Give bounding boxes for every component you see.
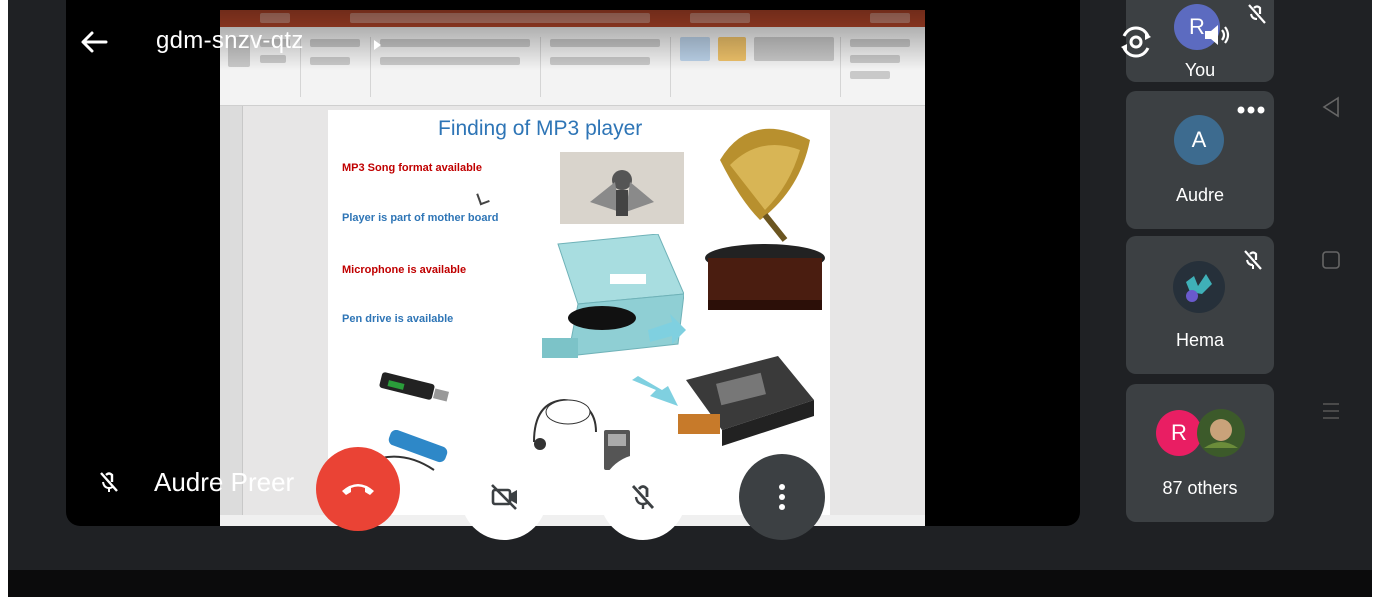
audre-avatar: A xyxy=(1174,115,1224,165)
phone-hangup-icon xyxy=(342,484,374,495)
camera-switch-icon[interactable] xyxy=(1116,22,1156,62)
camera-toggle-button[interactable] xyxy=(461,454,547,540)
slide-bullet-3: Microphone is available xyxy=(342,264,467,276)
hema-mic-off-icon xyxy=(1244,250,1262,270)
end-call-button[interactable] xyxy=(316,447,400,531)
others-count: 87 others xyxy=(1162,478,1238,498)
tile-more-icon[interactable] xyxy=(1236,105,1266,115)
nav-home-icon[interactable] xyxy=(1318,247,1344,273)
nav-recents-icon[interactable] xyxy=(1318,398,1344,424)
video-off-icon xyxy=(491,484,517,510)
presenter-mic-off-icon xyxy=(100,472,118,492)
mouse-cursor xyxy=(476,190,490,206)
more-vertical-icon xyxy=(779,484,785,510)
slide-bullet-4: Pen drive is available xyxy=(342,313,454,325)
cassette-recorder-image xyxy=(678,356,814,446)
slide-canvas: Finding of MP3 player MP3 Song format av… xyxy=(328,110,830,518)
shared-screen: Finding of MP3 player MP3 Song format av… xyxy=(220,10,925,526)
hema-name: Hema xyxy=(1175,330,1224,350)
mic-toggle-button[interactable] xyxy=(600,454,686,540)
meeting-details-caret-icon[interactable] xyxy=(374,40,381,50)
slide-bullet-1: MP3 Song format available xyxy=(342,162,482,174)
participant-tile-audre[interactable]: A Audre xyxy=(1126,91,1274,229)
others-photo-avatar xyxy=(1197,409,1245,457)
arrows-image xyxy=(632,314,686,406)
participant-tile-hema[interactable]: Hema xyxy=(1126,236,1274,374)
presentation-stage[interactable]: Finding of MP3 player MP3 Song format av… xyxy=(66,0,1080,526)
slide-title: Finding of MP3 player xyxy=(438,117,643,140)
self-mic-off-icon xyxy=(1248,4,1266,24)
mic-off-icon xyxy=(631,485,655,509)
meeting-code[interactable]: gdm-snzv-qtz xyxy=(156,27,304,55)
more-options-button[interactable] xyxy=(739,454,825,540)
audre-name: Audre xyxy=(1175,185,1225,205)
nav-back-icon[interactable] xyxy=(1318,94,1344,120)
self-label: You xyxy=(1184,60,1216,80)
presenter-name: Audre Preer xyxy=(154,467,295,497)
earphones-image xyxy=(533,398,597,450)
participant-tile-others[interactable]: R 87 others xyxy=(1126,384,1274,522)
system-bottom-bar xyxy=(8,570,1372,597)
pen-drive-image xyxy=(379,372,450,402)
speaking-volume-icon xyxy=(1205,25,1230,45)
slide-bullet-2: Player is part of mother board xyxy=(342,212,499,224)
gramophone-image xyxy=(705,128,825,310)
microphones-image xyxy=(560,152,684,224)
meet-screen: Finding of MP3 player MP3 Song format av… xyxy=(8,0,1372,597)
arrow-left-icon[interactable] xyxy=(76,24,112,60)
thumbnail-pane xyxy=(220,106,243,526)
hema-avatar xyxy=(1173,261,1225,313)
